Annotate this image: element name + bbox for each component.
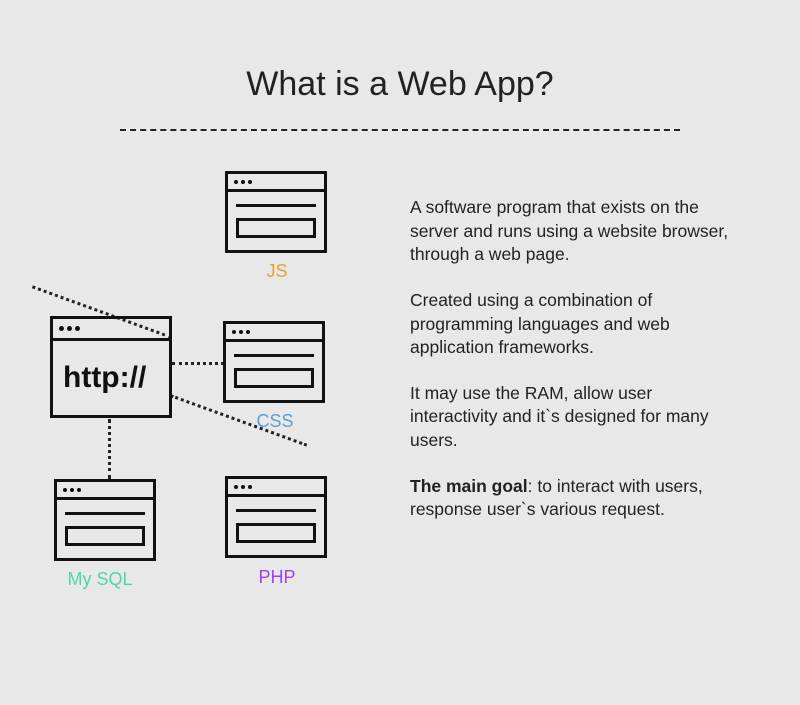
browser-php-icon <box>225 476 327 558</box>
paragraph-2: Created using a combination of programmi… <box>410 289 740 360</box>
php-label: PHP <box>227 567 327 588</box>
browser-main-icon: http:// <box>50 316 172 418</box>
paragraph-3: It may use the RAM, allow user interacti… <box>410 382 740 453</box>
browser-mysql-icon <box>54 479 156 561</box>
paragraph-4-bold: The main goal <box>410 476 528 496</box>
window-header-icon <box>226 324 322 342</box>
connector-line <box>108 419 111 479</box>
css-label: CSS <box>225 411 325 432</box>
content-row: http:// JS CSS PHP <box>0 131 800 641</box>
diagram-area: http:// JS CSS PHP <box>30 161 400 641</box>
browser-js-icon <box>225 171 327 253</box>
window-header-icon <box>57 482 153 500</box>
js-label: JS <box>227 261 327 282</box>
mysql-label: My SQL <box>50 569 150 590</box>
paragraph-4: The main goal: to interact with users, r… <box>410 475 740 522</box>
browser-css-icon <box>223 321 325 403</box>
connector-line <box>172 362 224 365</box>
paragraph-1: A software program that exists on the se… <box>410 196 740 267</box>
page-title: What is a Web App? <box>0 0 800 129</box>
window-header-icon <box>228 479 324 497</box>
window-header-icon <box>53 319 169 341</box>
http-label: http:// <box>63 361 146 395</box>
description-block: A software program that exists on the se… <box>400 161 760 641</box>
window-header-icon <box>228 174 324 192</box>
